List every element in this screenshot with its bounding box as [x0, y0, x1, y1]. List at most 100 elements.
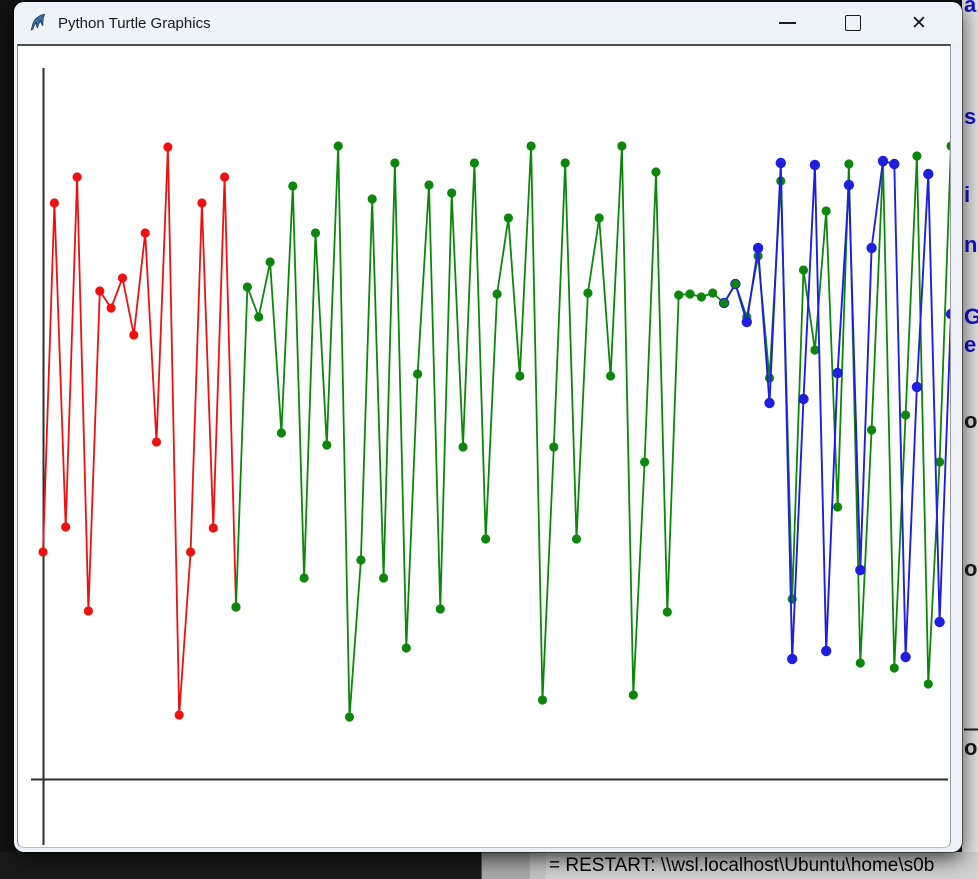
close-button[interactable]: ✕: [886, 2, 952, 44]
blue-series-line: [724, 161, 950, 659]
python-turtle-window: Python Turtle Graphics ✕: [14, 2, 962, 852]
green-series-marker: [322, 440, 331, 449]
red-series-marker: [152, 437, 161, 446]
green-series-marker: [288, 181, 297, 190]
blue-series-marker: [912, 382, 922, 392]
background-text-fragment: e: [964, 332, 976, 358]
green-series-marker: [515, 371, 524, 380]
green-series-marker: [606, 371, 615, 380]
background-window-right-edge: asinGeoo—o: [962, 0, 978, 852]
green-series-marker: [810, 345, 819, 354]
green-series-marker: [504, 213, 513, 222]
blue-series-marker: [832, 368, 842, 378]
background-text-fragment: s: [964, 104, 976, 130]
green-series-marker: [561, 158, 570, 167]
green-series-marker: [833, 502, 842, 511]
green-series-marker: [390, 158, 399, 167]
red-series-marker: [163, 142, 172, 151]
green-series-marker: [697, 292, 706, 301]
green-series-marker: [413, 369, 422, 378]
red-series-marker: [107, 303, 116, 312]
blue-series-marker: [776, 158, 786, 168]
green-series-line: [236, 146, 950, 717]
minimize-button[interactable]: [754, 2, 820, 44]
green-series-marker: [311, 228, 320, 237]
green-series-marker: [856, 658, 865, 667]
background-margin: [530, 852, 546, 879]
background-text-fragment: G: [964, 304, 978, 330]
blue-series-marker: [866, 243, 876, 253]
red-series-marker: [95, 286, 104, 295]
background-text-fragment: o: [964, 556, 977, 582]
green-series-marker: [583, 288, 592, 297]
green-series-marker: [799, 265, 808, 274]
red-series-marker: [186, 547, 195, 556]
maximize-button[interactable]: [820, 2, 886, 44]
red-series-marker: [38, 547, 47, 556]
green-series-marker: [946, 141, 950, 150]
green-series-marker: [493, 289, 502, 298]
background-text-fragment: a: [964, 0, 976, 18]
background-text-fragment: o: [964, 735, 977, 761]
green-series-marker: [266, 257, 275, 266]
blue-series-marker: [764, 398, 774, 408]
maximize-icon: [845, 15, 861, 31]
green-series-marker: [765, 373, 774, 382]
green-series-marker: [629, 690, 638, 699]
blue-series-marker: [923, 169, 933, 179]
background-scrollbar[interactable]: [481, 852, 530, 879]
green-series-marker: [844, 159, 853, 168]
background-text-fragment: o: [964, 408, 977, 434]
green-series-marker: [368, 194, 377, 203]
red-series-marker: [73, 172, 82, 181]
blue-series-marker: [889, 159, 899, 169]
green-series-marker: [243, 282, 252, 291]
green-series-marker: [708, 288, 717, 297]
titlebar[interactable]: Python Turtle Graphics ✕: [14, 2, 962, 44]
green-series-marker: [424, 180, 433, 189]
green-series-marker: [527, 141, 536, 150]
desktop-gap: [0, 852, 481, 879]
green-series-marker: [447, 188, 456, 197]
green-series-marker: [334, 141, 343, 150]
minimize-icon: [779, 22, 796, 24]
green-series-marker: [663, 607, 672, 616]
blue-series-marker: [934, 617, 944, 627]
green-series-marker: [402, 643, 411, 652]
green-series-marker: [254, 312, 263, 321]
red-series-marker: [220, 172, 229, 181]
blue-series-marker: [798, 394, 808, 404]
green-series-marker: [924, 679, 933, 688]
green-series-marker: [549, 442, 558, 451]
background-text-fragment: i: [964, 182, 970, 208]
blue-series-marker: [946, 309, 950, 319]
turtle-drawing: [18, 46, 950, 847]
green-series-marker: [345, 712, 354, 721]
green-series-marker: [481, 534, 490, 543]
green-series-marker: [685, 289, 694, 298]
green-over-blue-dots: [731, 280, 739, 288]
red-series-marker: [50, 198, 59, 207]
blue-series-marker: [810, 160, 820, 170]
blue-series-marker: [900, 652, 910, 662]
green-series-marker: [822, 206, 831, 215]
red-series-marker: [209, 523, 218, 532]
blue-series-marker: [753, 243, 763, 253]
green-series-marker: [356, 555, 365, 564]
green-series-marker: [912, 151, 921, 160]
green-series-marker: [300, 573, 309, 582]
green-series-marker: [231, 602, 240, 611]
green-series-marker: [890, 663, 899, 672]
blue-series-marker: [878, 156, 888, 166]
green-series-marker: [867, 425, 876, 434]
green-series-marker: [538, 695, 547, 704]
red-series-marker: [197, 198, 206, 207]
red-series-marker: [84, 606, 93, 615]
green-series-marker: [901, 410, 910, 419]
window-controls: ✕: [754, 2, 962, 44]
background-text-fragment: n: [964, 232, 977, 258]
red-series-marker: [118, 273, 127, 282]
green-series-marker: [277, 428, 286, 437]
green-series-marker: [458, 442, 467, 451]
red-series-marker: [129, 330, 138, 339]
